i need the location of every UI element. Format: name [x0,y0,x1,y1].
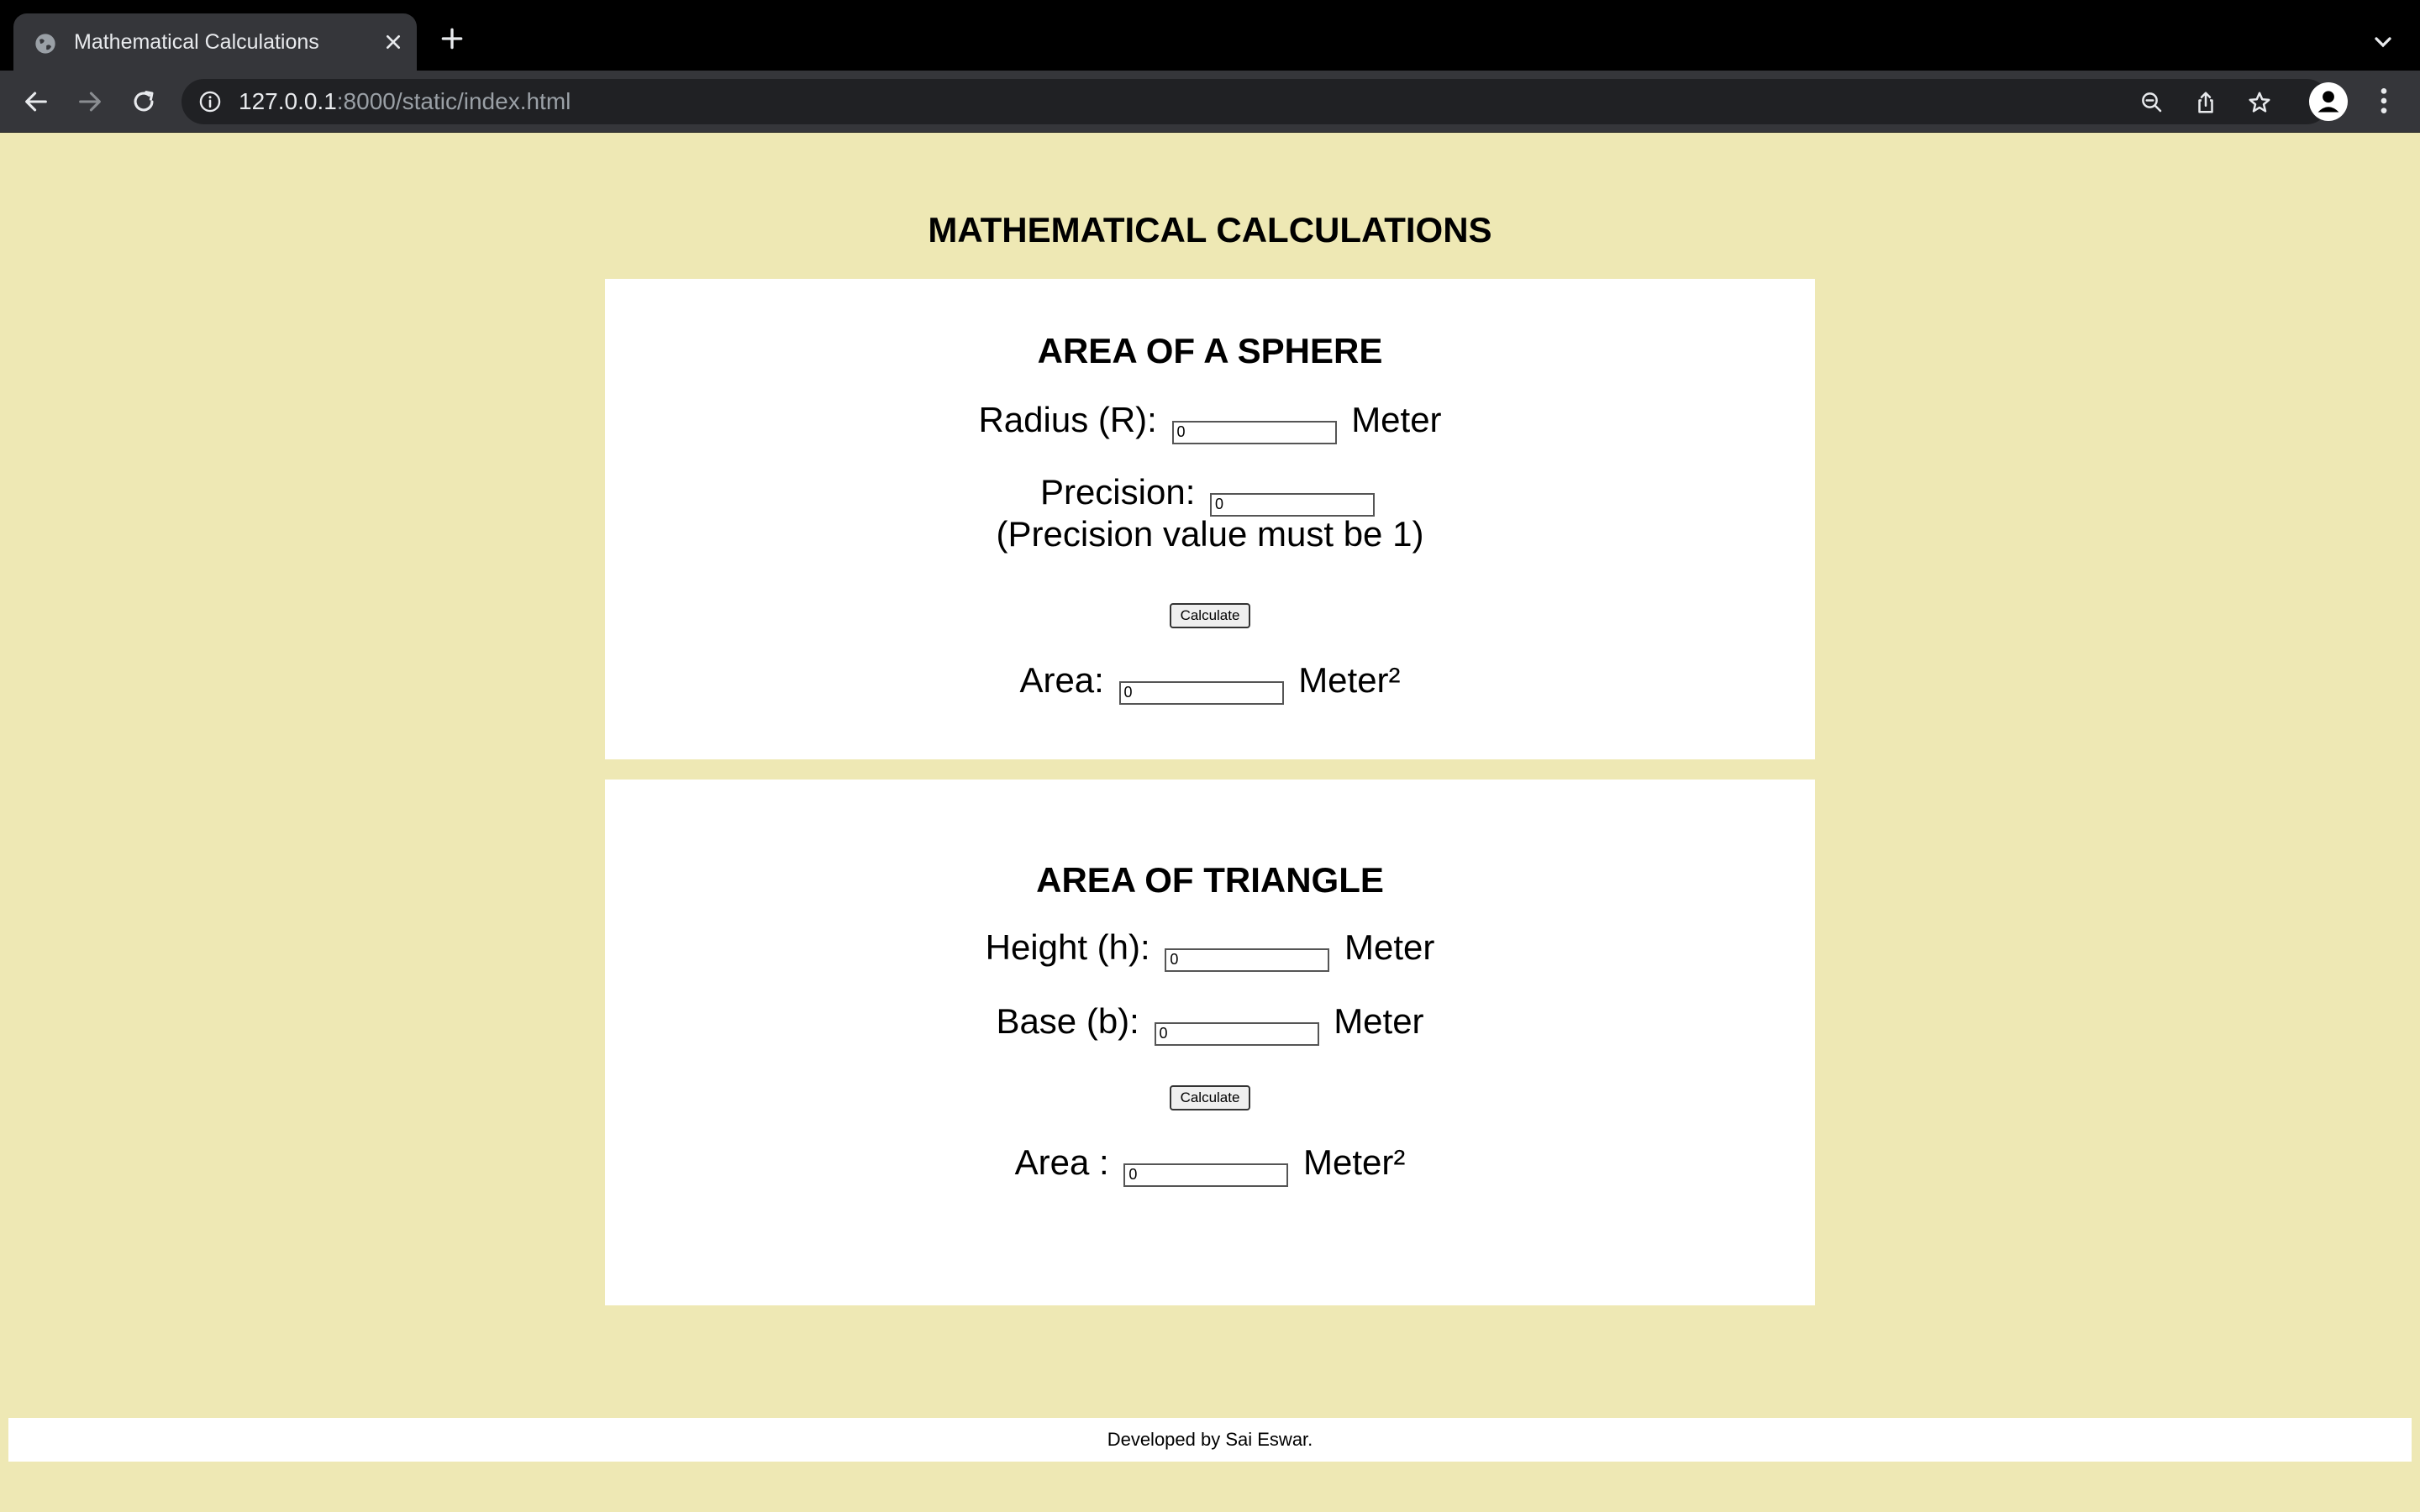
triangle-calculate-button[interactable]: Calculate [1170,1085,1250,1110]
precision-row: Precision: [605,472,1815,517]
sphere-area-row: Area: Meter² [605,660,1815,705]
triangle-area-label: Area : [1014,1142,1109,1182]
triangle-area-unit: Meter² [1303,1142,1406,1182]
radius-label: Radius (R): [978,400,1157,439]
sphere-area-label: Area: [1019,660,1104,700]
sphere-card-title: AREA OF A SPHERE [1037,331,1383,370]
triangle-card-title: AREA OF TRIANGLE [1036,860,1384,900]
forward-arrow-icon[interactable] [76,87,104,116]
radius-row: Radius (R): Meter [605,400,1815,444]
sphere-calculate-button[interactable]: Calculate [1170,603,1250,628]
more-vertical-icon[interactable] [2371,84,2396,118]
share-icon[interactable] [2193,90,2218,115]
reload-icon[interactable] [129,87,158,116]
url-path: :8000/static/index.html [336,88,571,114]
height-row: Height (h): Meter [605,927,1815,972]
profile-avatar-button[interactable] [2309,82,2348,121]
chevron-down-icon[interactable] [2370,29,2396,55]
tab-title: Mathematical Calculations [74,30,319,54]
radius-input[interactable] [1171,420,1337,444]
precision-note: (Precision value must be 1) [996,514,1424,554]
url-text[interactable]: 127.0.0.1:8000/static/index.html [239,89,571,114]
bookmark-star-icon[interactable] [2247,90,2272,115]
base-row: Base (b): Meter [605,1001,1815,1046]
back-arrow-icon[interactable] [22,87,50,116]
sphere-area-card: AREA OF A SPHERE Radius (R): Meter Preci… [605,279,1815,759]
precision-input[interactable] [1210,492,1376,517]
triangle-area-row: Area : Meter² [605,1142,1815,1187]
info-icon[interactable] [198,90,222,113]
page-title: MATHEMATICAL CALCULATIONS [928,210,1492,249]
zoom-out-icon[interactable] [2139,90,2165,115]
new-tab-icon[interactable] [439,25,466,52]
browser-toolbar: 127.0.0.1:8000/static/index.html [0,71,2420,133]
browser-tab[interactable]: Mathematical Calculations [13,13,417,71]
triangle-area-output[interactable] [1123,1163,1289,1187]
url-host: 127.0.0.1 [239,88,337,114]
close-icon[interactable] [380,29,407,55]
sphere-area-output[interactable] [1118,680,1284,705]
base-unit: Meter [1334,1001,1424,1041]
base-input[interactable] [1154,1021,1319,1046]
address-bar[interactable]: 127.0.0.1:8000/static/index.html [182,79,2329,124]
precision-label: Precision: [1039,472,1196,512]
browser-tab-bar: Mathematical Calculations [0,0,2420,71]
radius-unit: Meter [1351,400,1442,439]
footer-credit: Developed by Sai Eswar. [8,1418,2412,1462]
sphere-area-unit: Meter² [1298,660,1401,700]
person-icon [2317,91,2339,113]
triangle-area-card: AREA OF TRIANGLE Height (h): Meter Base … [605,780,1815,1305]
base-label: Base (b): [996,1001,1139,1041]
height-input[interactable] [1165,948,1330,972]
globe-icon [35,34,55,54]
height-label: Height (h): [985,927,1150,967]
height-unit: Meter [1344,927,1435,967]
